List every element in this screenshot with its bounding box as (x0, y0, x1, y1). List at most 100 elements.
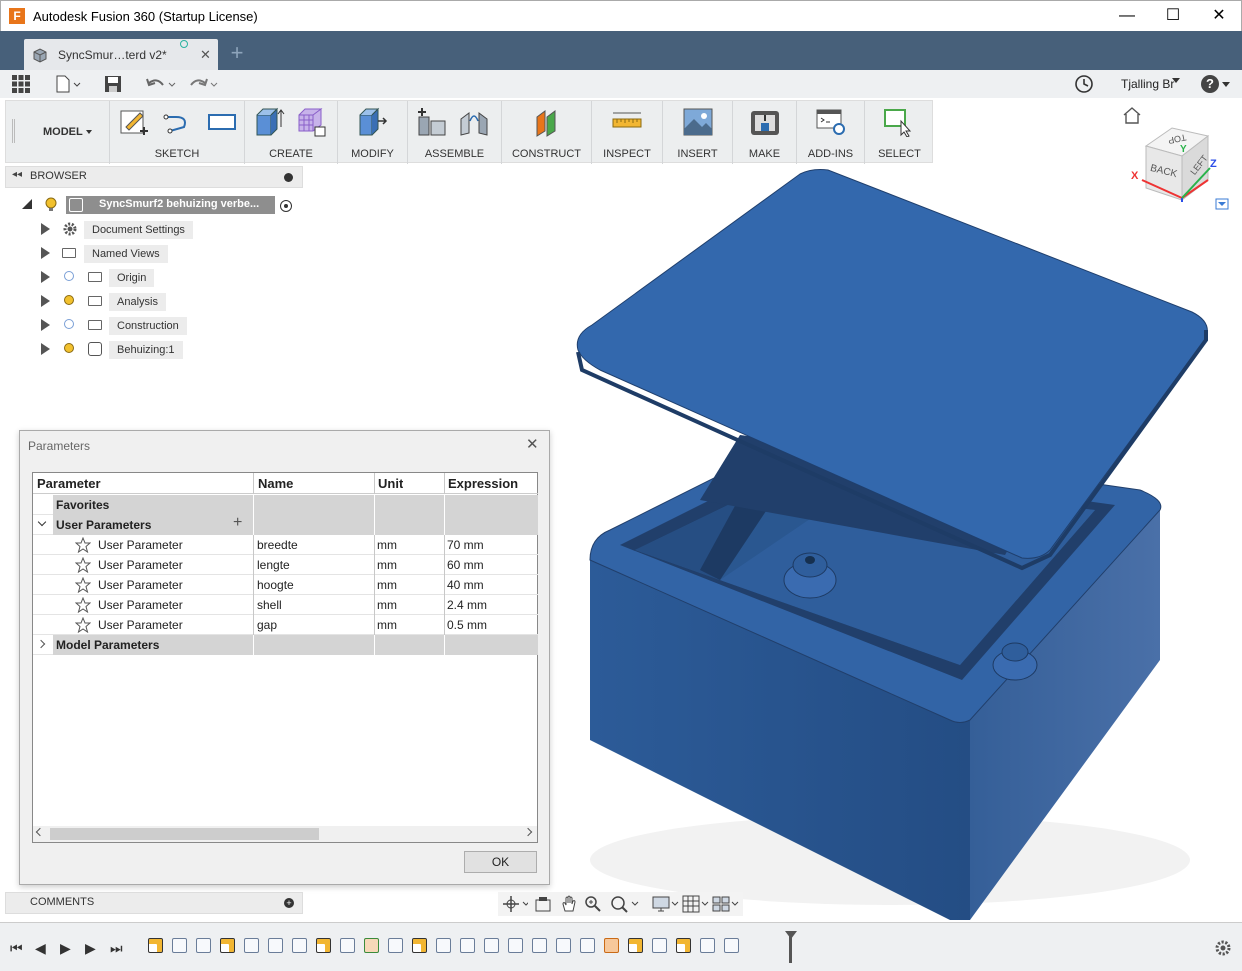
ribbon-group-construct[interactable]: CONSTRUCT (502, 101, 592, 164)
timeline-marker-handle[interactable] (785, 931, 797, 939)
comments-panel-header[interactable]: COMMENTS + (5, 892, 303, 914)
cell-name[interactable]: breedte (257, 535, 298, 555)
look-at-icon[interactable] (534, 895, 552, 913)
ribbon-group-add-ins[interactable]: ADD-INS (797, 101, 865, 164)
chevron-right-icon[interactable] (36, 639, 46, 649)
tab-close-icon[interactable]: ✕ (200, 47, 211, 63)
cell-unit[interactable]: mm (377, 535, 397, 555)
extrude-icon[interactable] (253, 107, 285, 137)
expand-arrow-icon[interactable] (41, 343, 50, 355)
display-settings-icon[interactable] (652, 895, 680, 913)
measure-icon[interactable] (611, 107, 643, 137)
timeline-feature-orange-icon[interactable] (604, 938, 619, 953)
expand-arrow-icon[interactable] (41, 271, 50, 283)
table-row[interactable]: User Parameter lengte mm 60 mm (33, 555, 538, 575)
select-cursor-icon[interactable] (883, 107, 915, 137)
timeline-feature-extrude-icon[interactable] (460, 938, 475, 953)
visibility-bulb-icon[interactable] (64, 271, 74, 281)
press-pull-icon[interactable] (356, 107, 388, 137)
cell-expression[interactable]: 60 mm (447, 555, 484, 575)
expand-arrow-icon[interactable] (41, 223, 50, 235)
scroll-right-icon[interactable] (523, 827, 533, 837)
expand-arrow-icon[interactable] (41, 295, 50, 307)
timeline-feature-sketch-icon[interactable] (220, 938, 235, 953)
user-account-menu[interactable]: Tjalling Br (1121, 77, 1174, 91)
timeline-feature-fillet-icon[interactable] (652, 938, 667, 953)
column-header-name[interactable]: Name (258, 473, 293, 493)
document-tab[interactable]: SyncSmur…terd v2* ✕ (24, 39, 218, 70)
form-icon[interactable] (295, 107, 327, 137)
chevron-down-icon[interactable] (37, 517, 47, 527)
rectangle-tool-icon[interactable] (206, 107, 238, 137)
timeline-feature-extrude-icon[interactable] (436, 938, 451, 953)
cell-unit[interactable]: mm (377, 595, 397, 615)
timeline-feature-extrude-icon[interactable] (244, 938, 259, 953)
model-parameters-group-row[interactable]: Model Parameters (33, 635, 538, 655)
collapse-arrow-icon[interactable] (22, 199, 32, 209)
cell-name[interactable]: shell (257, 595, 282, 615)
timeline-feature-extrude-icon[interactable] (340, 938, 355, 953)
timeline-settings-gear-icon[interactable] (1214, 939, 1232, 957)
scroll-left-icon[interactable] (35, 827, 45, 837)
favorites-group-row[interactable]: Favorites (33, 495, 538, 515)
timeline-feature-sketch-icon[interactable] (316, 938, 331, 953)
ribbon-group-inspect[interactable]: INSPECT (592, 101, 663, 164)
browser-item-named-views[interactable]: Named Views (0, 242, 300, 264)
user-parameters-group-row[interactable]: User Parameters + (33, 514, 538, 535)
expand-arrow-icon[interactable] (41, 247, 50, 259)
ribbon-group-make[interactable]: MAKE (733, 101, 797, 164)
timeline-feature-sketch-icon[interactable] (628, 938, 643, 953)
create-sketch-icon[interactable] (118, 107, 150, 137)
column-header-expression[interactable]: Expression (448, 473, 518, 493)
minimize-panel-icon[interactable] (284, 173, 293, 182)
favorite-star-icon[interactable] (75, 597, 91, 613)
workspace-switcher[interactable]: MODEL (24, 101, 110, 164)
cell-expression[interactable]: 2.4 mm (447, 595, 487, 615)
add-parameter-icon[interactable]: + (233, 514, 242, 532)
ribbon-group-create[interactable]: CREATE (245, 101, 338, 164)
3d-model-enclosure[interactable] (560, 160, 1220, 930)
table-row[interactable]: User Parameter hoogte mm 40 mm (33, 575, 538, 595)
scripts-addins-icon[interactable] (815, 107, 847, 137)
timeline-feature-sketch-icon[interactable] (412, 938, 427, 953)
new-tab-button[interactable]: + (226, 42, 248, 65)
browser-item-construction[interactable]: Construction (0, 314, 300, 336)
favorite-star-icon[interactable] (75, 557, 91, 573)
timeline-feature-fillet-icon[interactable] (580, 938, 595, 953)
timeline-feature-body-icon[interactable] (196, 938, 211, 953)
cell-unit[interactable]: mm (377, 575, 397, 595)
browser-root-node[interactable]: SyncSmurf2 behuizing verbe... (0, 194, 300, 216)
timeline-feature-plane-icon[interactable] (364, 938, 379, 953)
browser-panel-header[interactable]: ◂◂ BROWSER (5, 166, 303, 188)
timeline-feature-sketch-icon[interactable] (676, 938, 691, 953)
step-back-icon[interactable]: ◀ (35, 941, 49, 955)
browser-item-document-settings[interactable]: Document Settings (0, 218, 300, 240)
cell-name[interactable]: gap (257, 615, 277, 635)
zoom-icon[interactable] (584, 895, 602, 913)
timeline-feature-body-icon[interactable] (292, 938, 307, 953)
cell-name[interactable]: lengte (257, 555, 290, 575)
orbit-icon[interactable] (502, 895, 528, 913)
visibility-bulb-icon[interactable] (64, 343, 74, 353)
timeline-feature-body-icon[interactable] (532, 938, 547, 953)
timeline-feature-body-icon[interactable] (172, 938, 187, 953)
timeline-feature-extrude-icon[interactable] (700, 938, 715, 953)
offset-plane-icon[interactable] (531, 107, 563, 137)
timeline-feature-fillet-icon[interactable] (556, 938, 571, 953)
cell-expression[interactable]: 70 mm (447, 535, 484, 555)
ribbon-group-insert[interactable]: INSERT (663, 101, 733, 164)
grid-settings-icon[interactable] (682, 895, 710, 913)
ok-button[interactable]: OK (464, 851, 537, 873)
table-row[interactable]: User Parameter shell mm 2.4 mm (33, 595, 538, 615)
timeline-feature-joint-icon[interactable] (388, 938, 403, 953)
column-header-unit[interactable]: Unit (378, 473, 403, 493)
step-forward-icon[interactable]: ▶ (85, 941, 99, 955)
scrollbar-thumb[interactable] (50, 828, 319, 840)
favorite-star-icon[interactable] (75, 617, 91, 633)
cell-expression[interactable]: 0.5 mm (447, 615, 487, 635)
viewports-icon[interactable] (712, 895, 740, 913)
play-icon[interactable]: ▶ (60, 941, 74, 955)
dialog-close-icon[interactable]: ✕ (526, 435, 539, 453)
timeline-feature-sketch-icon[interactable] (148, 938, 163, 953)
timeline-feature-fillet-icon[interactable] (268, 938, 283, 953)
